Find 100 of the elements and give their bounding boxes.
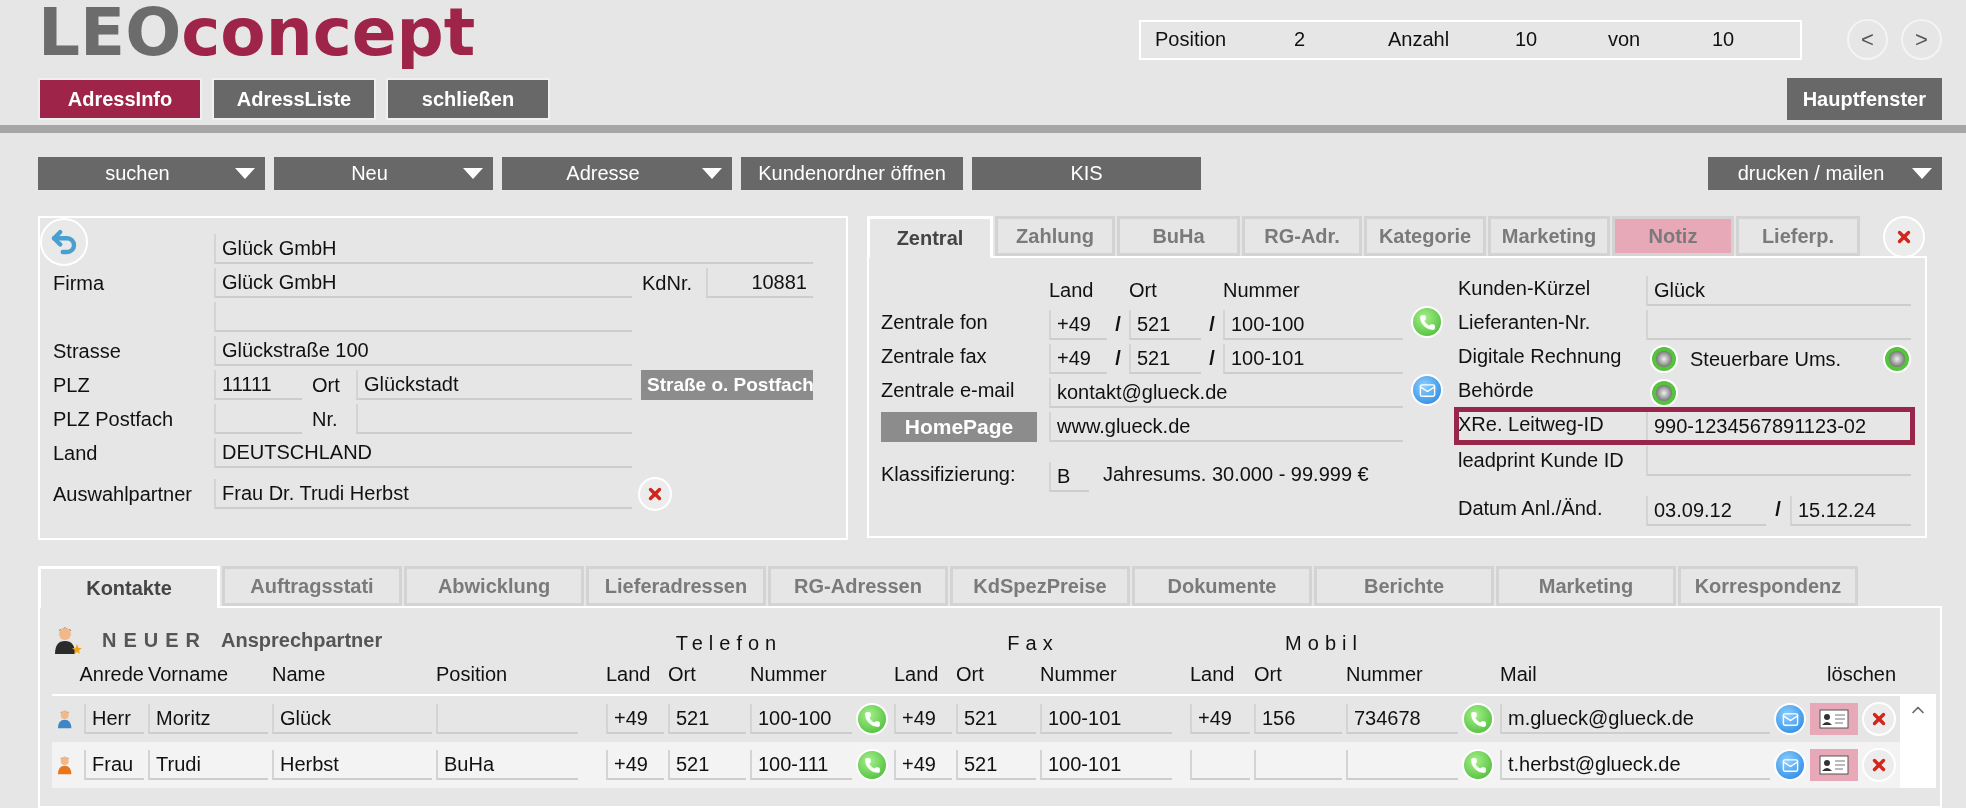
person-add-icon[interactable] bbox=[52, 625, 82, 655]
text-field[interactable] bbox=[1254, 750, 1342, 780]
detail-tab[interactable]: Zentral bbox=[867, 216, 993, 258]
text-field[interactable]: 11111 bbox=[214, 370, 302, 400]
dropdown-button[interactable]: Neu bbox=[274, 157, 493, 190]
text-field[interactable]: t.herbst@glueck.de bbox=[1500, 750, 1770, 780]
text-field[interactable]: 521 bbox=[956, 750, 1036, 780]
toolbar-button[interactable]: Kundenordner öffnen bbox=[741, 157, 963, 190]
dropdown-button[interactable]: suchen bbox=[38, 157, 265, 190]
text-field[interactable]: Herbst bbox=[272, 750, 432, 780]
text-field[interactable]: Moritz bbox=[148, 704, 268, 734]
delete-icon[interactable] bbox=[1883, 216, 1925, 258]
mail-icon[interactable] bbox=[1774, 703, 1806, 735]
text-field[interactable]: BuHa bbox=[436, 750, 578, 780]
ring-icon[interactable] bbox=[1883, 345, 1911, 373]
ring-icon[interactable] bbox=[1650, 379, 1678, 407]
phone-icon[interactable] bbox=[1462, 703, 1494, 735]
text-field[interactable]: 100-100 bbox=[1223, 310, 1403, 340]
undo-icon[interactable] bbox=[40, 218, 88, 266]
text-field[interactable]: 521 bbox=[668, 750, 746, 780]
nav-tab[interactable]: AdressInfo bbox=[38, 78, 202, 120]
text-field[interactable] bbox=[356, 404, 632, 434]
delete-icon[interactable] bbox=[1862, 702, 1896, 736]
text-field[interactable]: +49 bbox=[606, 704, 664, 734]
previous-button[interactable]: < bbox=[1847, 19, 1888, 60]
text-field[interactable]: 156 bbox=[1254, 704, 1342, 734]
delete-icon[interactable] bbox=[1862, 748, 1896, 782]
text-field[interactable]: 521 bbox=[1129, 344, 1201, 374]
text-field[interactable]: 734678 bbox=[1346, 704, 1458, 734]
phone-icon[interactable] bbox=[1462, 749, 1494, 781]
text-field[interactable]: 100-100 bbox=[750, 704, 852, 734]
phone-icon[interactable] bbox=[856, 749, 888, 781]
delete-icon[interactable] bbox=[638, 477, 672, 511]
field-label: Zentrale fax bbox=[881, 345, 988, 369]
position-value: 2 bbox=[1294, 28, 1307, 51]
text-field[interactable]: Glück bbox=[272, 704, 432, 734]
text-field[interactable]: B bbox=[1049, 462, 1089, 492]
field-label: Zentrale fon bbox=[881, 311, 989, 335]
text-field[interactable] bbox=[436, 704, 578, 734]
text-field[interactable]: Trudi bbox=[148, 750, 268, 780]
section-tab[interactable]: Kontakte bbox=[38, 566, 220, 608]
phone-icon[interactable] bbox=[1411, 306, 1443, 338]
text-field[interactable]: Glückstadt bbox=[356, 370, 632, 400]
text-field[interactable]: m.glueck@glueck.de bbox=[1500, 704, 1770, 734]
of-label: von bbox=[1608, 28, 1642, 51]
text-field[interactable]: Frau Dr. Trudi Herbst bbox=[214, 479, 632, 509]
text-field[interactable]: +49 bbox=[894, 750, 952, 780]
text-field[interactable] bbox=[1346, 750, 1458, 780]
text-field[interactable]: Frau bbox=[84, 750, 144, 780]
nav-tab[interactable]: AdressListe bbox=[212, 78, 376, 120]
mail-icon[interactable] bbox=[1411, 374, 1443, 406]
toolbar-button[interactable]: KIS bbox=[972, 157, 1201, 190]
field-label: Steuerbare Ums. bbox=[1690, 347, 1842, 371]
column-header: Name bbox=[272, 662, 327, 686]
text-field[interactable]: 521 bbox=[956, 704, 1036, 734]
text-field[interactable]: DEUTSCHLAND bbox=[214, 438, 632, 468]
text-field[interactable]: 10881 bbox=[706, 268, 813, 298]
text-field[interactable] bbox=[214, 404, 302, 434]
column-header: Ort bbox=[956, 662, 985, 686]
text-field[interactable]: 521 bbox=[668, 704, 746, 734]
text-field[interactable]: Herr bbox=[84, 704, 144, 734]
caret-icon bbox=[702, 168, 722, 179]
phone-icon[interactable] bbox=[856, 703, 888, 735]
text-field[interactable]: kontakt@glueck.de bbox=[1049, 378, 1403, 408]
text-field[interactable]: +49 bbox=[1049, 344, 1107, 374]
contact-card-icon[interactable] bbox=[1810, 703, 1858, 735]
scrollbar[interactable] bbox=[1900, 696, 1936, 788]
text-field[interactable]: Glück GmbH bbox=[214, 234, 813, 264]
text-field[interactable]: 03.09.12 bbox=[1646, 496, 1766, 526]
mail-icon[interactable] bbox=[1774, 749, 1806, 781]
text-field[interactable] bbox=[1190, 750, 1250, 780]
text-field[interactable] bbox=[1646, 310, 1911, 340]
dropdown-button[interactable]: Adresse bbox=[502, 157, 732, 190]
text-field[interactable]: www.glueck.de bbox=[1049, 412, 1403, 442]
caret-icon bbox=[1912, 168, 1932, 179]
text-field[interactable]: 521 bbox=[1129, 310, 1201, 340]
text-field[interactable]: 100-101 bbox=[1223, 344, 1403, 374]
next-button[interactable]: > bbox=[1901, 19, 1942, 60]
text-field[interactable]: Glück GmbH bbox=[214, 268, 632, 298]
text-field[interactable]: +49 bbox=[894, 704, 952, 734]
text-field[interactable]: 100-101 bbox=[1040, 750, 1172, 780]
print-menu-button[interactable]: drucken / mailen bbox=[1708, 157, 1942, 190]
column-header: Mail bbox=[1500, 662, 1538, 686]
text-field[interactable] bbox=[1646, 446, 1911, 476]
text-field[interactable]: 100-101 bbox=[1040, 704, 1172, 734]
nav-tab[interactable]: schließen bbox=[386, 78, 550, 120]
contact-card-icon[interactable] bbox=[1810, 749, 1858, 781]
main-window-button[interactable]: Hauptfenster bbox=[1786, 78, 1942, 120]
text-field[interactable]: Glückstraße 100 bbox=[214, 336, 632, 366]
text-field[interactable]: Glück bbox=[1646, 276, 1911, 306]
text-field[interactable]: 100-111 bbox=[750, 750, 852, 780]
text-field[interactable]: 15.12.24 bbox=[1790, 496, 1911, 526]
field-label: Firma bbox=[52, 271, 106, 295]
text-field[interactable]: +49 bbox=[1049, 310, 1107, 340]
text-field[interactable] bbox=[214, 302, 632, 332]
text-field[interactable]: 990-1234567891123-02 bbox=[1646, 412, 1905, 442]
text-field[interactable]: +49 bbox=[606, 750, 664, 780]
field-label: Behörde bbox=[1458, 379, 1535, 403]
text-field[interactable]: +49 bbox=[1190, 704, 1250, 734]
ring-icon[interactable] bbox=[1650, 345, 1678, 373]
